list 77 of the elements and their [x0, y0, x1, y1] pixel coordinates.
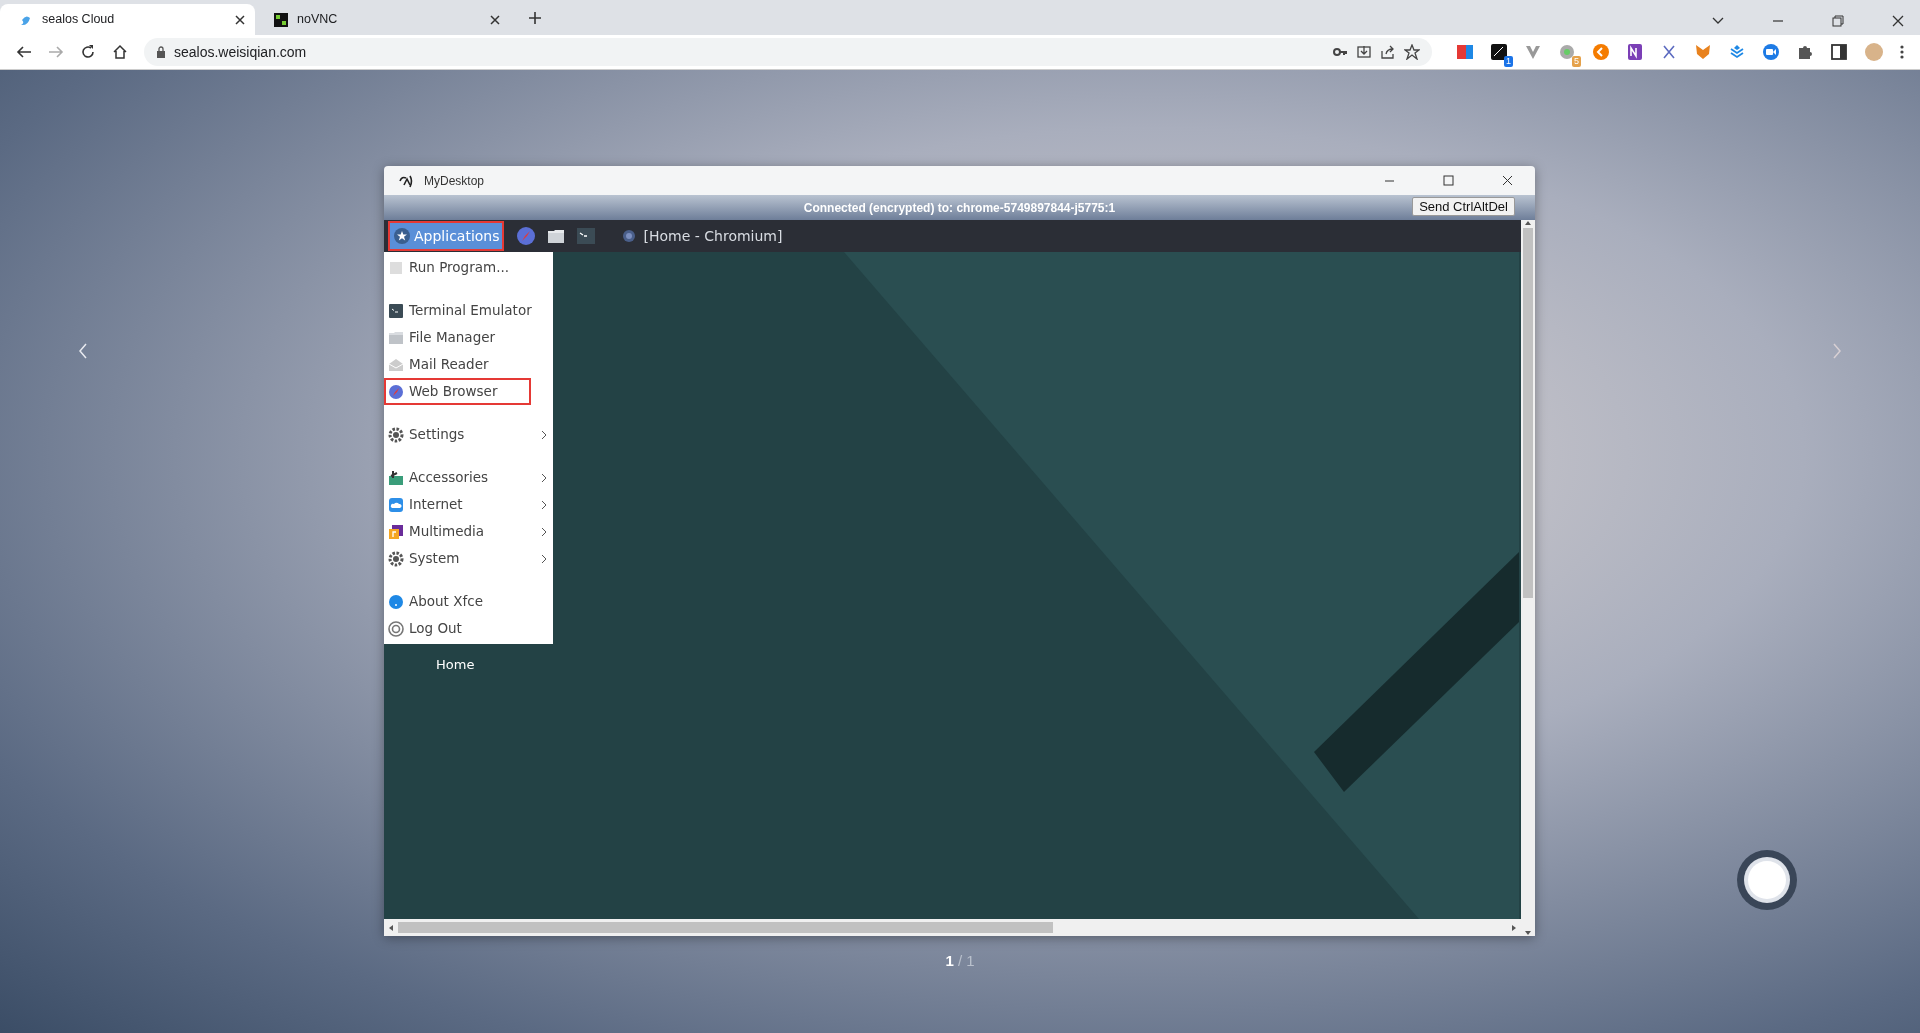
- chevron-down-icon[interactable]: [1712, 17, 1724, 25]
- browser-tab[interactable]: sealos Cloud: [0, 4, 255, 35]
- arrow-right-icon[interactable]: [1511, 923, 1517, 932]
- close-icon[interactable]: [1502, 175, 1513, 186]
- layers-icon[interactable]: [1728, 43, 1746, 61]
- menu-item[interactable]: Mail Reader: [384, 351, 553, 378]
- horizontal-scrollbar[interactable]: [384, 919, 1521, 936]
- menu-item[interactable]: File Manager: [384, 324, 553, 351]
- menu-item[interactable]: Multimedia: [384, 518, 553, 545]
- terminal-icon[interactable]: [575, 226, 596, 246]
- floating-action-button[interactable]: [1735, 848, 1799, 912]
- notebook-icon[interactable]: [1626, 43, 1644, 61]
- x-icon[interactable]: [1660, 43, 1678, 61]
- page-total: / 1: [957, 952, 975, 969]
- menu-item[interactable]: About Xfce: [384, 588, 553, 615]
- gear-icon: [388, 550, 404, 567]
- download-icon[interactable]: [1356, 44, 1372, 60]
- arrow-up-icon[interactable]: [1524, 220, 1532, 226]
- reload-icon[interactable]: [80, 44, 96, 60]
- puzzle-icon[interactable]: [1796, 43, 1814, 61]
- browser-tab[interactable]: noVNC: [255, 4, 510, 35]
- scrollbar-thumb[interactable]: [398, 922, 1053, 933]
- gear-icon: [388, 426, 404, 443]
- menu-item[interactable]: Run Program...: [384, 254, 553, 281]
- badge-count: 1: [1504, 56, 1513, 67]
- url-text: sealos.weisiqian.com: [174, 42, 308, 62]
- chevron-left-icon[interactable]: [78, 343, 88, 359]
- star-icon: [394, 228, 410, 244]
- fox-icon[interactable]: [1694, 43, 1712, 61]
- desktop-icon-label[interactable]: Home: [436, 657, 475, 672]
- lock-icon: [156, 46, 166, 58]
- arrow-down-icon[interactable]: [1524, 930, 1532, 936]
- menu-item[interactable]: Terminal Emulator: [384, 297, 553, 324]
- video-camera-icon[interactable]: [1762, 43, 1780, 61]
- share-icon[interactable]: [1380, 44, 1396, 60]
- compass-icon[interactable]: [515, 226, 536, 246]
- help-icon: [388, 593, 404, 610]
- terminal-icon: [388, 302, 404, 319]
- tools-icon: [388, 469, 404, 486]
- page-number: 1: [945, 952, 954, 969]
- send-ctrl-alt-del-button[interactable]: Send CtrlAltDel: [1412, 197, 1515, 216]
- vertical-scrollbar[interactable]: [1521, 220, 1535, 936]
- scrollbar-thumb[interactable]: [1523, 228, 1533, 598]
- menu-item[interactable]: Log Out: [384, 615, 553, 642]
- menu-item[interactable]: Accessories: [384, 464, 553, 491]
- badge-count: 5: [1572, 56, 1581, 67]
- folder-icon: [388, 329, 404, 346]
- circle-icon[interactable]: [1592, 43, 1610, 61]
- close-icon[interactable]: [235, 14, 245, 25]
- star-icon[interactable]: [1404, 44, 1420, 60]
- close-icon[interactable]: [490, 14, 500, 25]
- address-bar[interactable]: sealos.weisiqian.com: [144, 38, 1432, 66]
- cloud-icon: [388, 496, 404, 513]
- more-menu-icon[interactable]: [1900, 44, 1904, 60]
- extension-icon[interactable]: [1490, 43, 1508, 61]
- maximize-icon[interactable]: [1443, 175, 1454, 186]
- chromium-icon: [621, 229, 636, 243]
- side-panel-icon[interactable]: [1830, 43, 1848, 61]
- envelope-icon: [388, 356, 404, 373]
- music-note-icon: [388, 523, 404, 540]
- taskbar-window-button[interactable]: [Home - Chromium]: [621, 225, 783, 247]
- back-icon[interactable]: [16, 44, 32, 60]
- close-icon[interactable]: [1892, 15, 1904, 27]
- plus-icon[interactable]: [528, 11, 542, 25]
- logo-icon: [273, 11, 289, 28]
- home-icon[interactable]: [112, 44, 128, 60]
- menu-item[interactable]: Internet: [384, 491, 553, 518]
- connection-status: Connected (encrypted) to: chrome-5749897844-j5775:1: [803, 200, 1116, 215]
- v-shape-icon[interactable]: [1524, 43, 1542, 61]
- compass-icon: [388, 383, 404, 400]
- arrow-left-icon[interactable]: [388, 923, 394, 932]
- power-icon: [388, 620, 404, 637]
- menu-item[interactable]: System: [384, 545, 553, 572]
- restore-icon[interactable]: [1832, 15, 1844, 27]
- menu-item[interactable]: Web Browser: [384, 378, 531, 405]
- menu-item[interactable]: Settings: [384, 421, 553, 448]
- window-title: MyDesktop: [424, 172, 486, 190]
